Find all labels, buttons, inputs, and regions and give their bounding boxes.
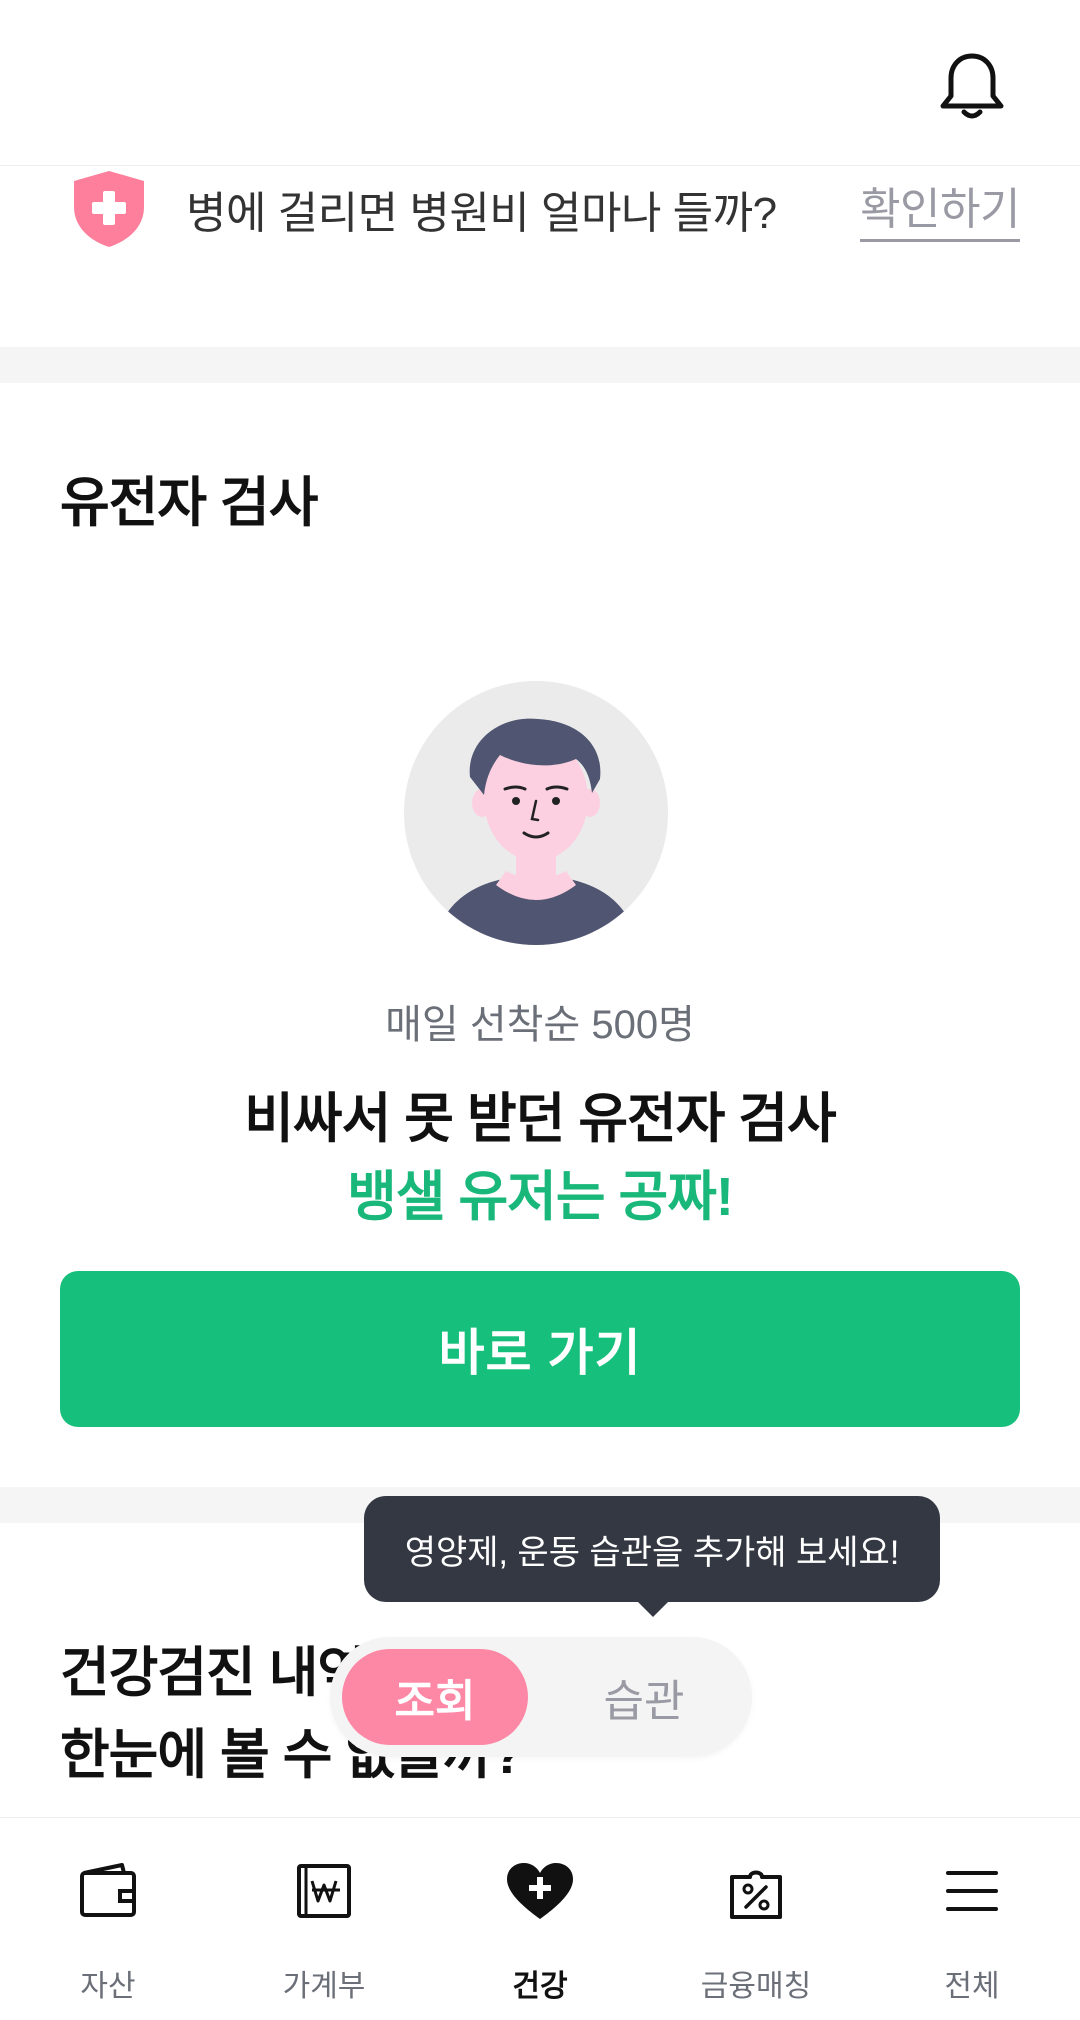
nav-label-health: 건강 <box>512 1970 568 2003</box>
nav-item-assets[interactable]: 자산 <box>0 1818 216 2020</box>
nav-label-all: 전체 <box>944 1970 1000 2003</box>
nav-item-all[interactable]: 전체 <box>864 1818 1080 2020</box>
bell-icon[interactable] <box>937 50 1007 122</box>
heart-plus-icon <box>484 1861 596 1931</box>
ledger-icon <box>268 1861 380 1931</box>
first-come-caption: 매일 선착순 500명 <box>385 1003 695 1047</box>
wallet-icon <box>52 1861 164 1931</box>
genetic-test-headline: 비싸서 못 받던 유전자 검사 <box>244 1089 837 1149</box>
confirm-link[interactable]: 확인하기 <box>860 173 1020 242</box>
coupon-icon <box>700 1861 812 1931</box>
toggle-habit-option[interactable]: 습관 <box>544 1649 744 1745</box>
menu-icon <box>916 1861 1028 1931</box>
free-for-users-caption: 뱅샐 유저는 공짜! <box>347 1167 734 1227</box>
shield-plus-icon <box>72 169 146 249</box>
top-bar <box>0 0 1080 166</box>
banner-text: 병에 걸리면 병원비 얼마나 들까? <box>186 189 777 238</box>
avatar-illustration <box>404 681 668 945</box>
go-now-button[interactable]: 바로 가기 <box>60 1271 1020 1427</box>
habit-tooltip: 영양제, 운동 습관을 추가해 보세요! <box>364 1496 940 1602</box>
nav-item-ledger[interactable]: 가계부 <box>216 1818 432 2020</box>
nav-item-health[interactable]: 건강 <box>432 1818 648 2020</box>
nav-item-financial-matching[interactable]: 금융매칭 <box>648 1818 864 2020</box>
nav-label-assets: 자산 <box>80 1970 136 2003</box>
genetic-test-title: 유전자 검사 <box>60 473 318 533</box>
section-divider <box>0 347 1080 383</box>
nav-label-financial-matching: 금융매칭 <box>700 1970 812 2003</box>
hospital-cost-banner: 병에 걸리면 병원비 얼마나 들까? 확인하기 <box>0 167 1080 347</box>
toggle-view-option[interactable]: 조회 <box>342 1649 528 1745</box>
tooltip-arrow <box>636 1600 670 1617</box>
bottom-nav: 자산 가계부 건강 금융매칭 전체 <box>0 1817 1080 2020</box>
view-habit-toggle: 조회 습관 <box>330 1637 752 1757</box>
nav-label-ledger: 가계부 <box>282 1970 366 2003</box>
